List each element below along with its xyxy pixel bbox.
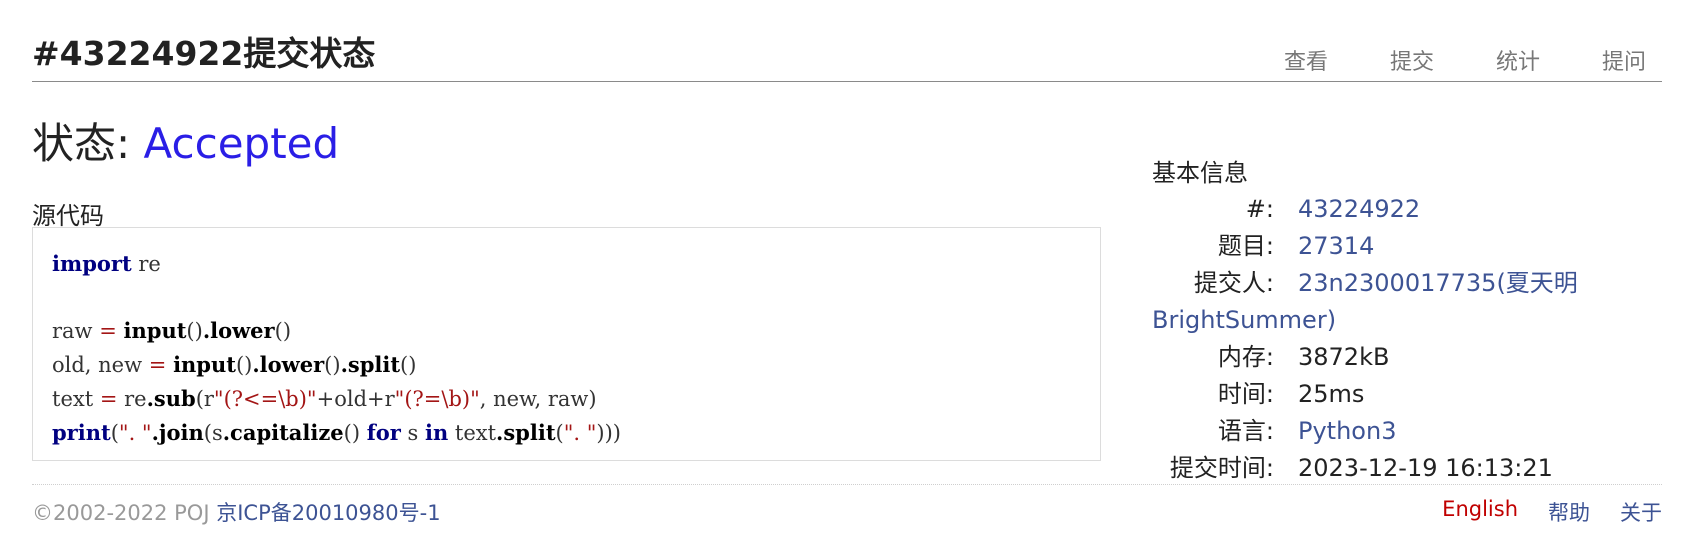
language-link[interactable]: Python3	[1298, 417, 1396, 445]
status-value: Accepted	[143, 119, 340, 168]
info-row-language: 语言: Python3	[1152, 413, 1578, 450]
info-key: #:	[1245, 195, 1274, 223]
info-key: 提交时间:	[1169, 454, 1274, 482]
code-line: print(". ".join(s.capitalize() for s in …	[52, 420, 621, 445]
memory-value: 3872kB	[1298, 343, 1390, 371]
info-key: 提交人:	[1193, 269, 1274, 297]
source-code: import re raw = input().lower() old, new…	[52, 247, 621, 450]
info-key: 题目:	[1217, 232, 1274, 260]
copyright: ©2002-2022 POJ 京ICP备20010980号-1	[32, 497, 441, 527]
info-row-time: 时间: 25ms	[1152, 376, 1578, 413]
info-row-problem: 题目: 27314	[1152, 228, 1578, 265]
code-line: text = re.sub(r"(?<=\b)"+old+r"(?=\b)", …	[52, 386, 597, 411]
copyright-text: ©2002-2022 POJ	[32, 501, 210, 525]
nav-view-link[interactable]: 查看	[1284, 44, 1328, 76]
english-link[interactable]: English	[1442, 497, 1518, 527]
info-key: 内存:	[1217, 343, 1274, 371]
submission-id-link[interactable]: 43224922	[1298, 195, 1420, 223]
basic-info-panel: 基本信息 #: 43224922 题目: 27314 提交人: 23n23000…	[1152, 155, 1652, 487]
help-link[interactable]: 帮助	[1548, 497, 1590, 527]
page-footer: ©2002-2022 POJ 京ICP备20010980号-1 English …	[32, 484, 1662, 525]
basic-info-table: #: 43224922 题目: 27314 提交人: 23n2300017735…	[1152, 191, 1578, 487]
top-nav: 查看 提交 统计 提问	[1284, 44, 1646, 76]
submitter-link-cont[interactable]: BrightSummer)	[1152, 306, 1336, 334]
info-row-submitter-cont: BrightSummer)	[1152, 302, 1578, 339]
status-line: 状态: Accepted	[32, 110, 339, 171]
code-line: raw = input().lower()	[52, 318, 292, 343]
icp-link[interactable]: 京ICP备20010980号-1	[216, 501, 440, 525]
nav-submit-link[interactable]: 提交	[1390, 44, 1434, 76]
about-link[interactable]: 关于	[1620, 497, 1662, 527]
info-key: 语言:	[1217, 417, 1274, 445]
source-code-box: import re raw = input().lower() old, new…	[32, 227, 1101, 461]
submitter-link[interactable]: 23n2300017735(夏天明	[1298, 269, 1578, 297]
info-row-id: #: 43224922	[1152, 191, 1578, 228]
basic-info-title: 基本信息	[1152, 159, 1248, 187]
info-row-submit-time: 提交时间: 2023-12-19 16:13:21	[1152, 450, 1578, 487]
time-value: 25ms	[1298, 380, 1365, 408]
nav-ask-link[interactable]: 提问	[1602, 44, 1646, 76]
problem-link[interactable]: 27314	[1298, 232, 1374, 260]
status-label: 状态:	[32, 119, 131, 168]
code-line: old, new = input().lower().split()	[52, 352, 417, 377]
source-code-label: 源代码	[32, 202, 104, 230]
footer-nav: English 帮助 关于	[1442, 497, 1662, 527]
nav-stats-link[interactable]: 统计	[1496, 44, 1540, 76]
info-row-submitter: 提交人: 23n2300017735(夏天明	[1152, 265, 1578, 302]
page-header: #43224922提交状态 查看 提交 统计 提问	[32, 0, 1662, 82]
page-title: #43224922提交状态	[32, 34, 376, 73]
info-key: 时间:	[1217, 380, 1274, 408]
info-row-memory: 内存: 3872kB	[1152, 339, 1578, 376]
code-line: import re	[52, 251, 161, 276]
submit-time-value: 2023-12-19 16:13:21	[1298, 454, 1553, 482]
